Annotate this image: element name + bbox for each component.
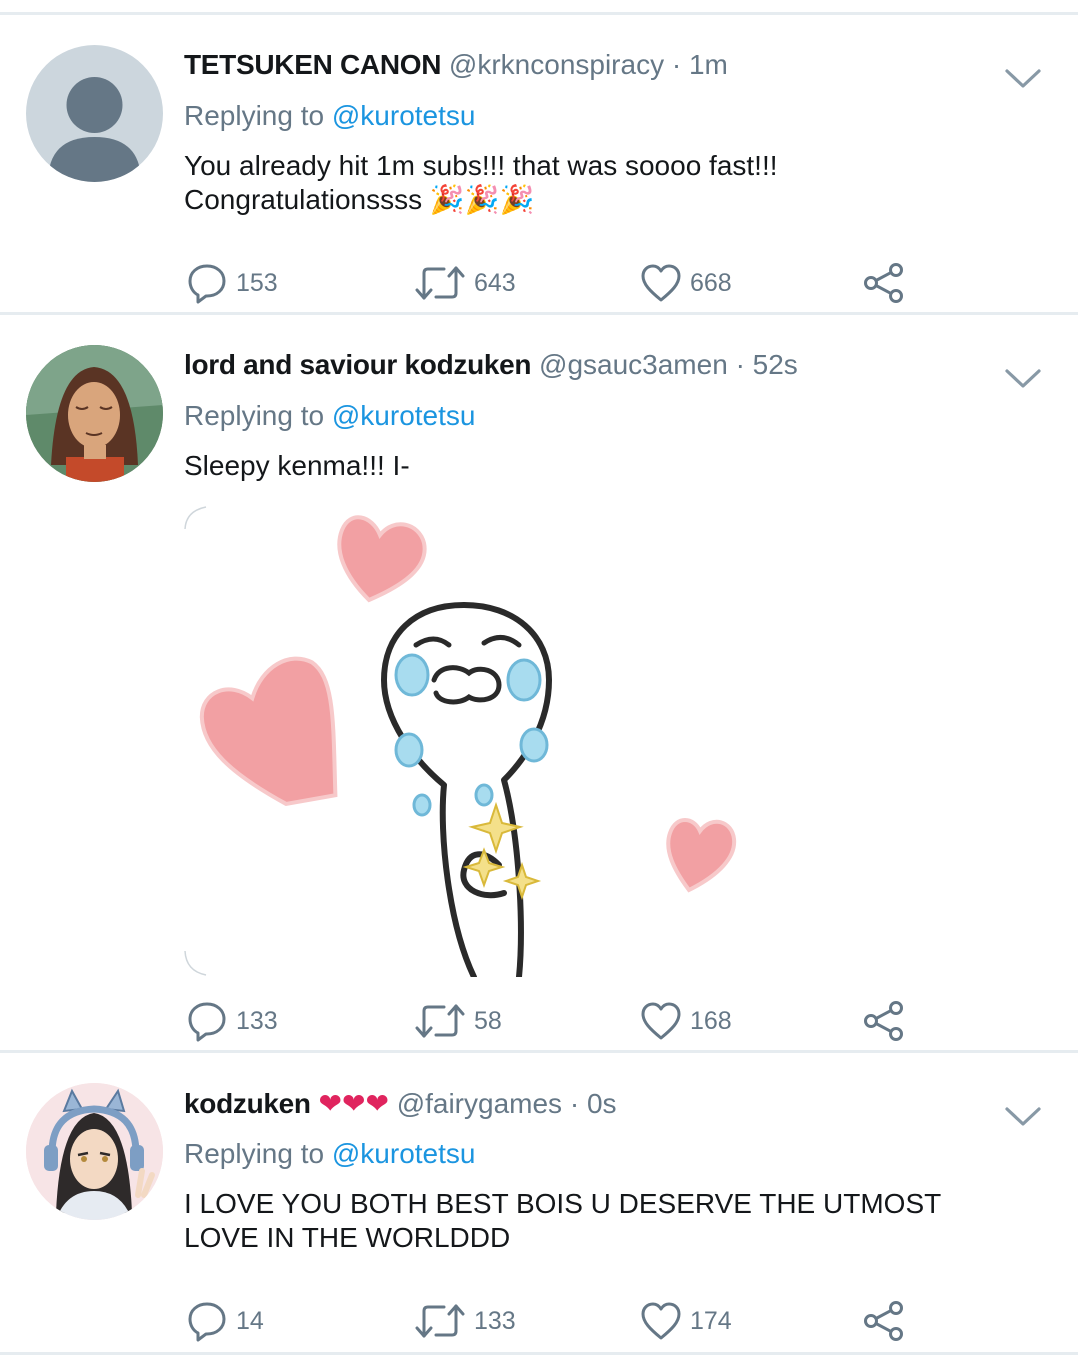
tweet-actions: 153 643 668 xyxy=(186,260,926,306)
user-handle[interactable]: @gsauc3amen xyxy=(539,349,728,380)
share-button[interactable] xyxy=(862,998,906,1044)
share-icon xyxy=(864,1001,903,1041)
heart-icon xyxy=(641,1302,681,1340)
avatar-illustrated-icon[interactable] xyxy=(26,1083,163,1220)
tweet-1[interactable]: TETSUKEN CANON @krknconspiracy · 1m Repl… xyxy=(0,15,1078,313)
tweet-text: I LOVE YOU BOTH BEST BOIS U DESERVE THE … xyxy=(184,1187,984,1255)
like-count: 168 xyxy=(690,1006,732,1035)
retweet-count: 643 xyxy=(474,268,516,297)
retweet-button[interactable]: 643 xyxy=(414,260,516,306)
timestamp: · 1m xyxy=(671,49,728,80)
like-count: 668 xyxy=(690,268,732,297)
tweet-header: lord and saviour kodzuken @gsauc3amen · … xyxy=(184,349,798,381)
chevron-down-icon[interactable] xyxy=(1004,67,1042,91)
tweet-2[interactable]: lord and saviour kodzuken @gsauc3amen · … xyxy=(0,315,1078,1050)
reply-bubble-icon xyxy=(188,264,226,304)
reply-count: 153 xyxy=(236,268,278,297)
reply-button[interactable]: 133 xyxy=(186,998,278,1044)
like-count: 174 xyxy=(690,1306,732,1335)
replying-to: Replying to @kurotetsu xyxy=(184,400,475,432)
share-button[interactable] xyxy=(862,260,906,306)
tweet-text-line: You already hit 1m subs!!! that was sooo… xyxy=(184,150,778,181)
tweet-text-line: Congratulationssss 🎉🎉🎉 xyxy=(184,184,535,215)
like-button[interactable]: 168 xyxy=(640,998,732,1044)
replying-to-prefix: Replying to xyxy=(184,1138,325,1169)
display-name[interactable]: kodzuken xyxy=(184,1088,311,1119)
tweet-header: TETSUKEN CANON @krknconspiracy · 1m xyxy=(184,49,728,81)
display-name[interactable]: TETSUKEN CANON xyxy=(184,49,441,80)
tweet-text-line: Sleepy kenma!!! I- xyxy=(184,450,410,481)
retweet-count: 58 xyxy=(474,1006,502,1035)
heart-icon xyxy=(641,264,681,302)
tweet-text: Sleepy kenma!!! I- xyxy=(184,449,984,483)
reply-bubble-icon xyxy=(188,1302,226,1342)
mention-link[interactable]: @kurotetsu xyxy=(332,400,476,431)
divider xyxy=(0,1352,1078,1355)
chevron-down-icon[interactable] xyxy=(1004,367,1042,391)
chevron-down-icon[interactable] xyxy=(1004,1105,1042,1129)
heart-icon xyxy=(641,1002,681,1040)
tweet-text: You already hit 1m subs!!! that was sooo… xyxy=(184,149,984,217)
share-button[interactable] xyxy=(862,1298,906,1344)
like-button[interactable]: 668 xyxy=(640,260,732,306)
tweet-actions: 133 58 168 xyxy=(186,998,926,1044)
retweet-button[interactable]: 58 xyxy=(414,998,502,1044)
timestamp: · 52s xyxy=(735,349,798,380)
share-icon xyxy=(864,263,903,303)
replying-to-prefix: Replying to xyxy=(184,400,325,431)
retweet-button[interactable]: 133 xyxy=(414,1298,516,1344)
retweet-icon xyxy=(415,266,465,300)
share-icon xyxy=(864,1301,903,1341)
tweet-text-line: LOVE IN THE WORLDDD xyxy=(184,1222,511,1253)
replying-to: Replying to @kurotetsu xyxy=(184,1138,475,1170)
mention-link[interactable]: @kurotetsu xyxy=(332,1138,476,1169)
reply-button[interactable]: 14 xyxy=(186,1298,264,1344)
tweet-header: kodzuken ❤❤❤ @fairygames · 0s xyxy=(184,1087,617,1120)
tweet-3[interactable]: kodzuken ❤❤❤ @fairygames · 0s Replying t… xyxy=(0,1053,1078,1353)
timestamp: · 0s xyxy=(569,1088,617,1119)
display-name[interactable]: lord and saviour kodzuken xyxy=(184,349,532,380)
replying-to-prefix: Replying to xyxy=(184,100,325,131)
avatar-illustrated-icon[interactable] xyxy=(26,345,163,482)
retweet-icon xyxy=(415,1304,465,1338)
reply-count: 14 xyxy=(236,1306,264,1335)
user-handle[interactable]: @krknconspiracy xyxy=(449,49,664,80)
reply-bubble-icon xyxy=(188,1002,226,1042)
tweet-actions: 14 133 174 xyxy=(186,1298,926,1344)
tweet-image[interactable] xyxy=(184,505,744,977)
reply-button[interactable]: 153 xyxy=(186,260,278,306)
retweet-icon xyxy=(415,1004,465,1038)
like-button[interactable]: 174 xyxy=(640,1298,732,1344)
avatar-default-icon[interactable] xyxy=(26,45,163,182)
name-hearts-emoji: ❤❤❤ xyxy=(318,1088,389,1119)
reply-count: 133 xyxy=(236,1006,278,1035)
tweet-text-line: I LOVE YOU BOTH BEST BOIS U DESERVE THE … xyxy=(184,1188,942,1219)
user-handle[interactable]: @fairygames xyxy=(397,1088,562,1119)
mention-link[interactable]: @kurotetsu xyxy=(332,100,476,131)
replying-to: Replying to @kurotetsu xyxy=(184,100,475,132)
retweet-count: 133 xyxy=(474,1306,516,1335)
